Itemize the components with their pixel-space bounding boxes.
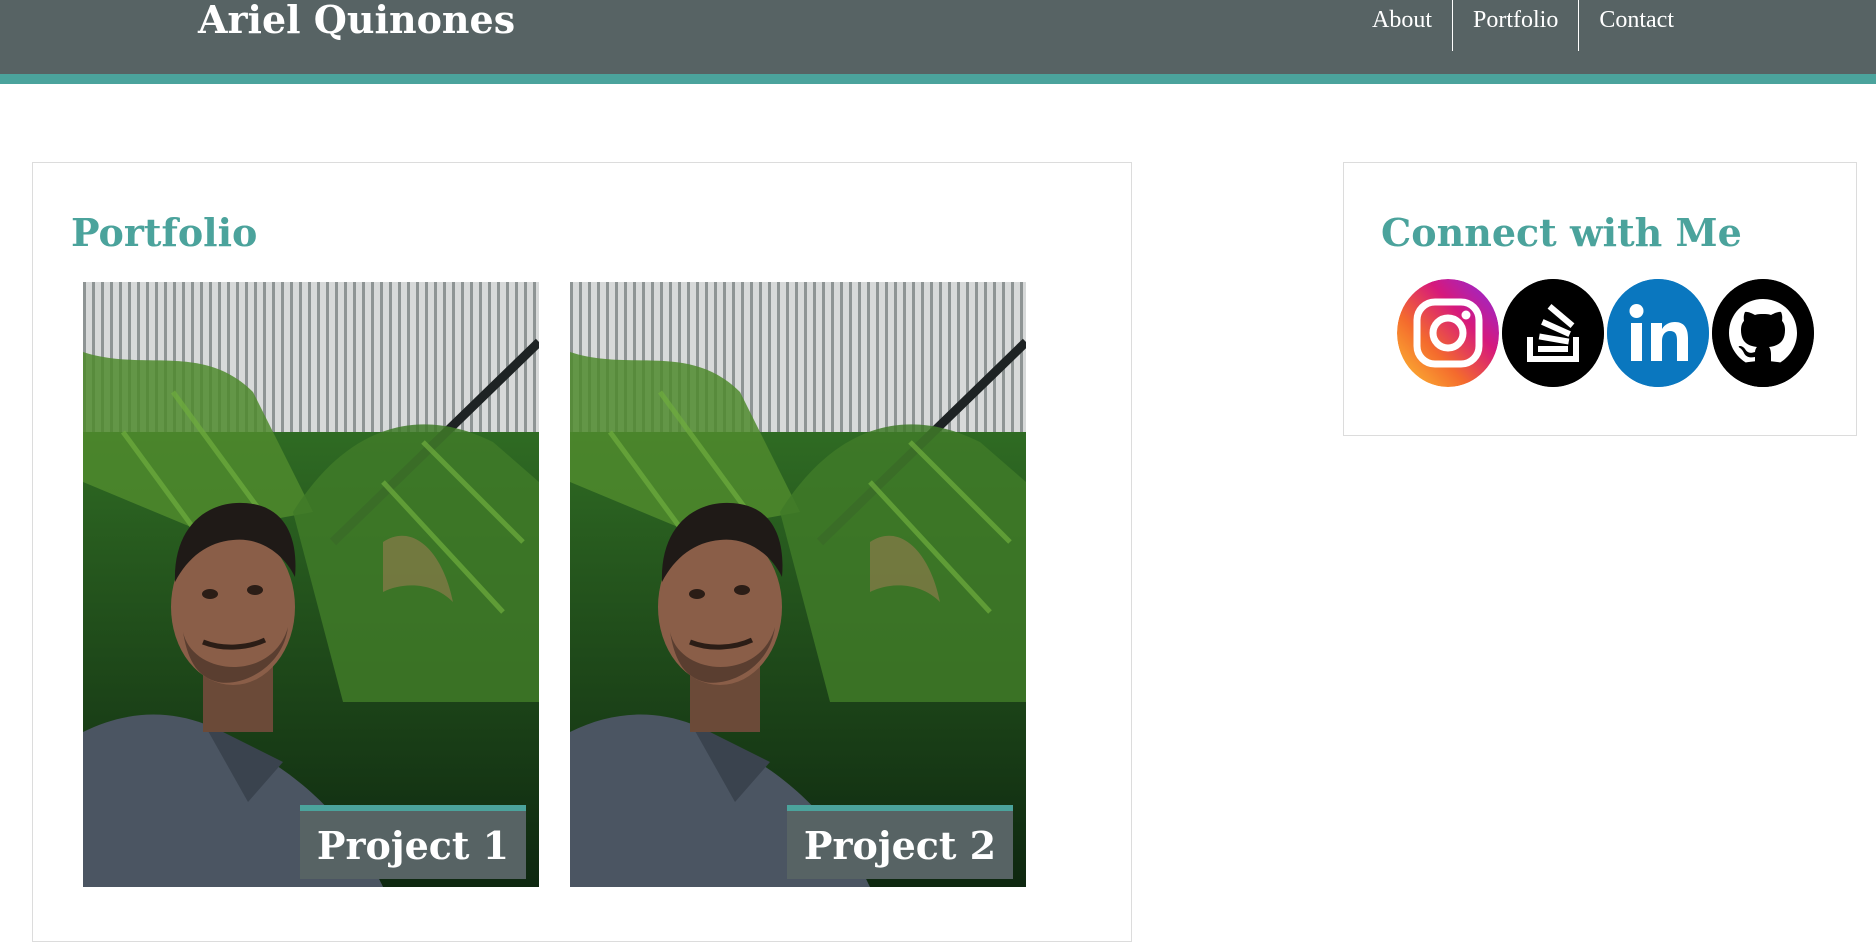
connect-title: Connect with Me (1381, 210, 1742, 255)
social-links (1397, 279, 1814, 387)
project-card-2[interactable]: Project 2 (570, 282, 1026, 887)
site-header: Ariel Quinones About Portfolio Contact (0, 0, 1876, 74)
nav-contact[interactable]: Contact (1578, 0, 1694, 51)
github-icon[interactable] (1712, 279, 1814, 387)
site-title[interactable]: Ariel Quinones (198, 0, 515, 46)
nav-about[interactable]: About (1352, 0, 1452, 51)
portfolio-section: Portfolio Project 1 Project 2 (32, 162, 1132, 942)
linkedin-icon[interactable] (1607, 279, 1709, 387)
main-nav: About Portfolio Contact (1352, 0, 1694, 51)
stack-overflow-icon[interactable] (1502, 279, 1604, 387)
connect-section: Connect with Me (1343, 162, 1857, 436)
project-photo (570, 282, 1026, 887)
nav-portfolio[interactable]: Portfolio (1452, 0, 1578, 51)
portfolio-title: Portfolio (71, 210, 258, 255)
instagram-icon[interactable] (1397, 279, 1499, 387)
header-accent-bar (0, 74, 1876, 84)
project-label-1[interactable]: Project 1 (300, 805, 526, 879)
project-label-2[interactable]: Project 2 (787, 805, 1013, 879)
project-card-1[interactable]: Project 1 (83, 282, 539, 887)
project-photo (83, 282, 539, 887)
